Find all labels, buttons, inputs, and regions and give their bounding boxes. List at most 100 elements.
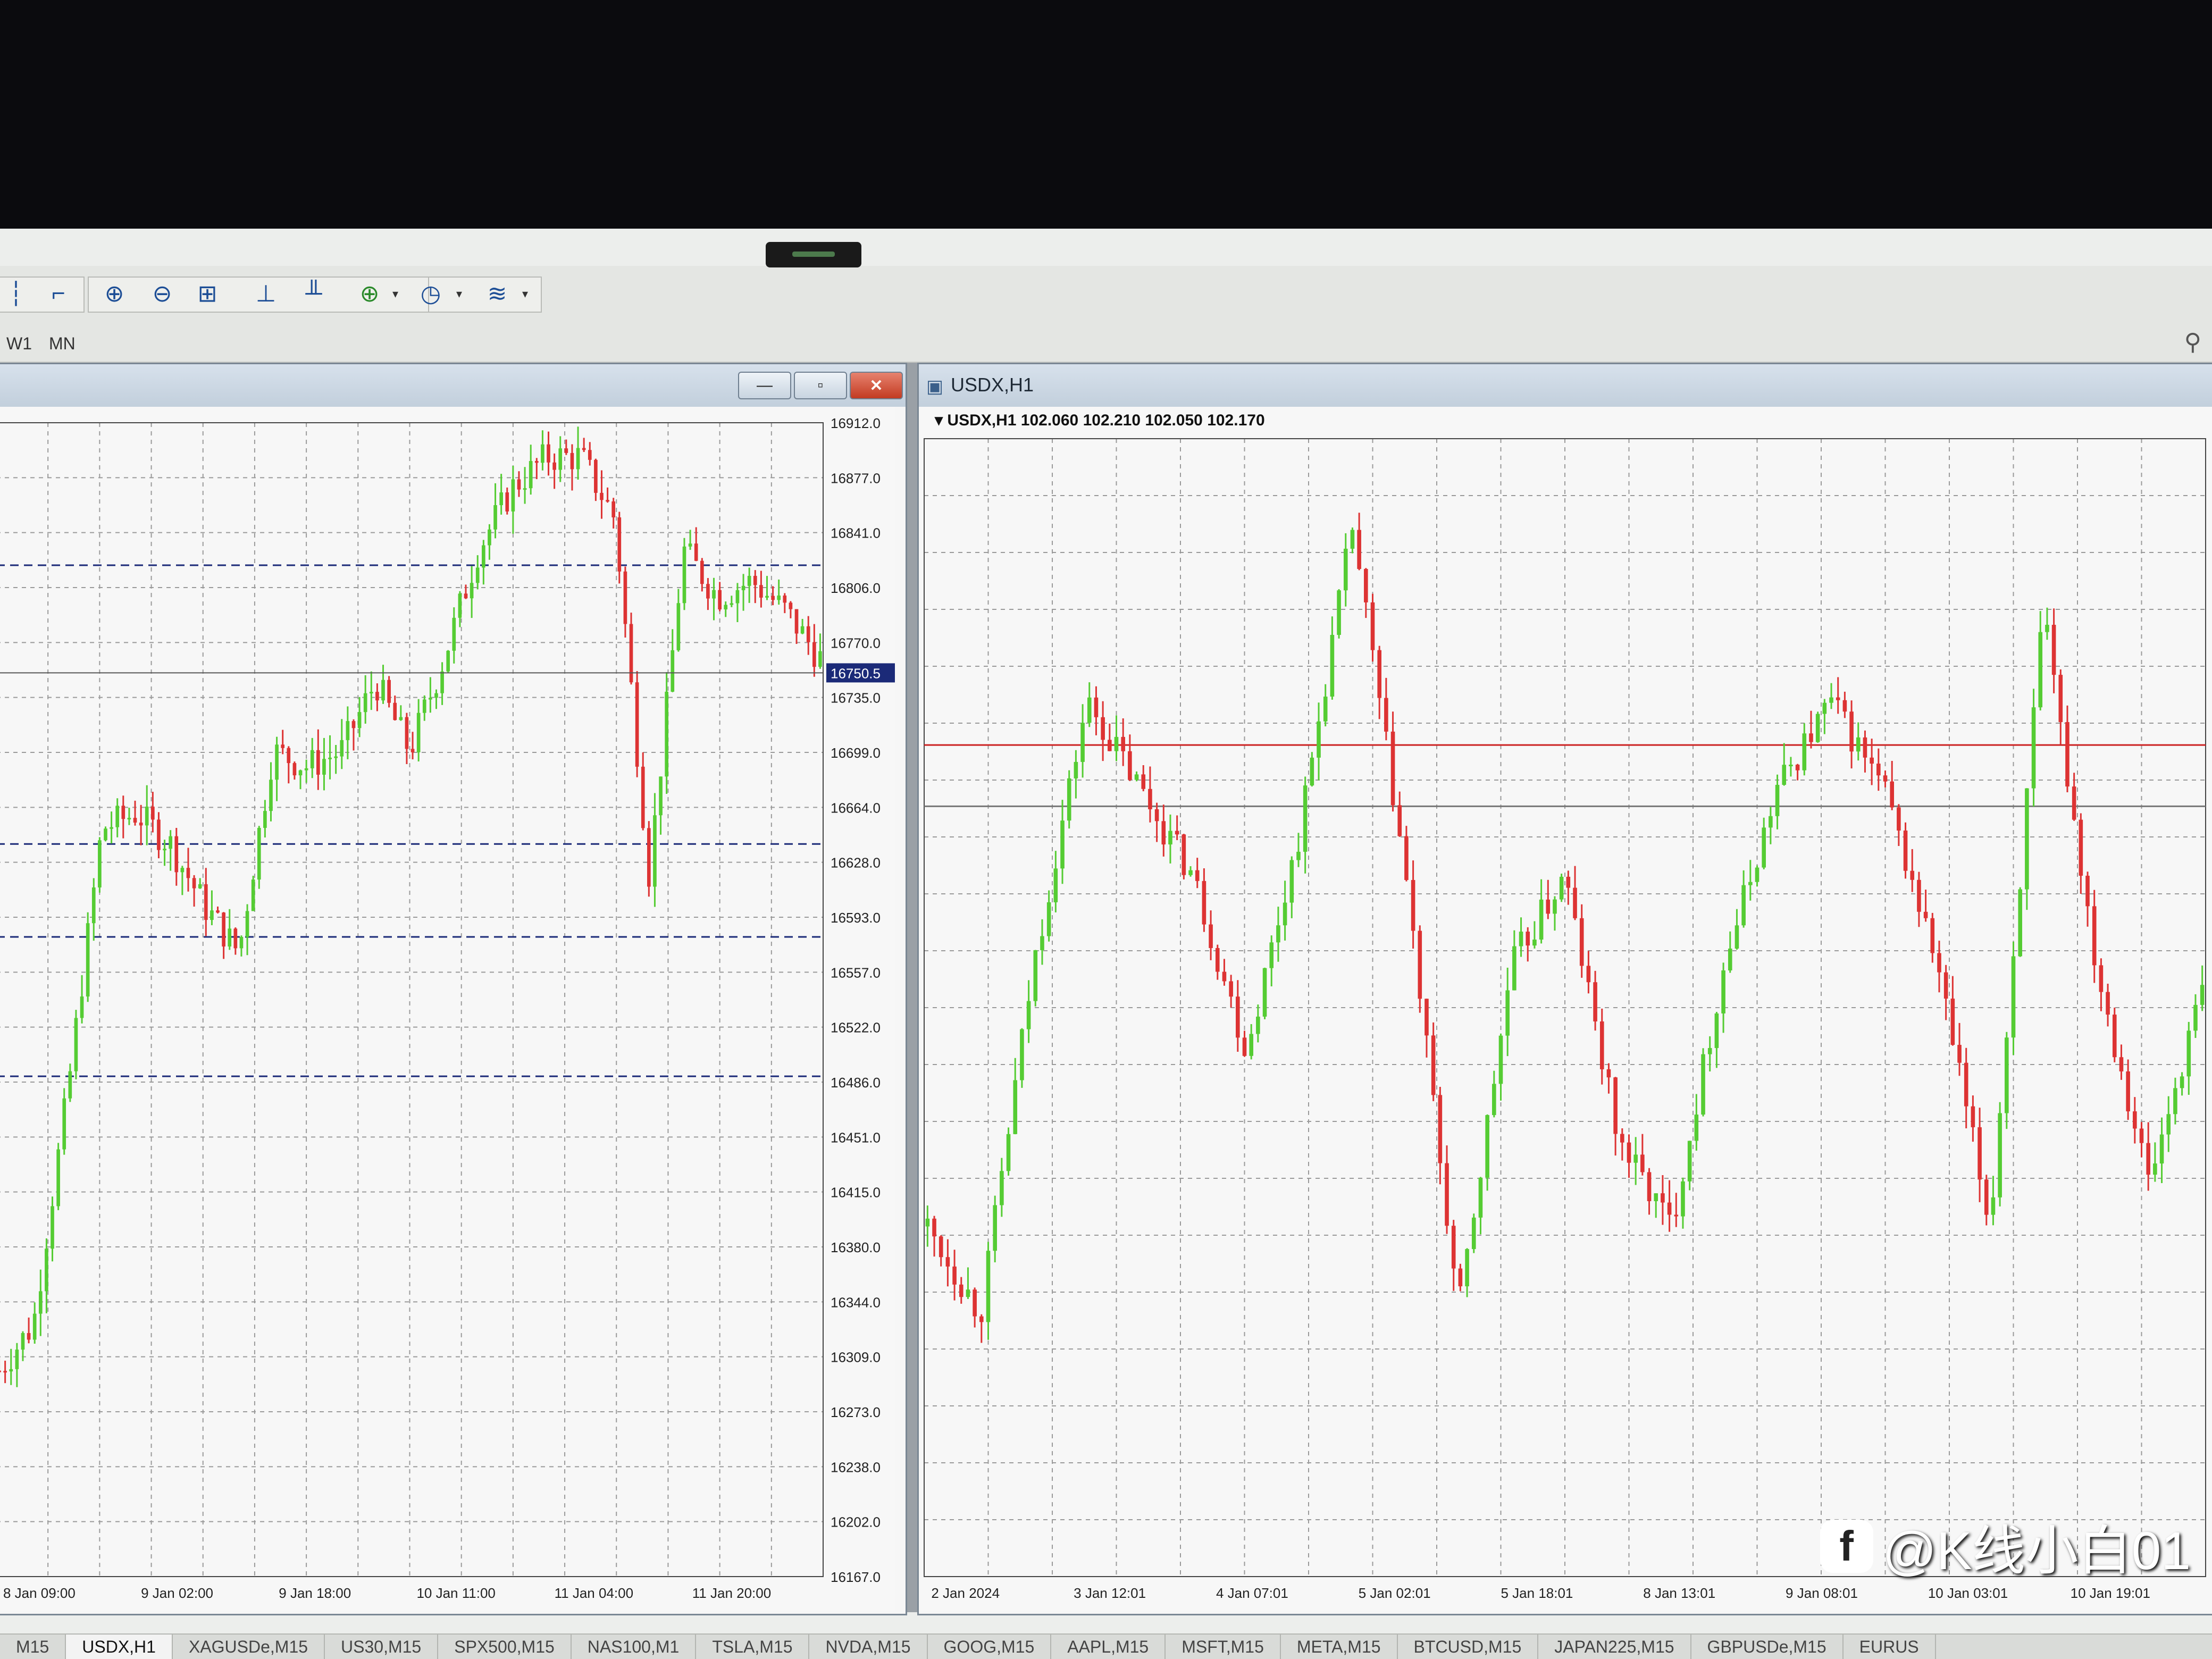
symbol-tab[interactable]: AAPL,M15 bbox=[1051, 1635, 1166, 1659]
right-chart-window[interactable]: ▣ USDX,H1 ▾ USDX,H1 102.060 102.210 102.… bbox=[917, 363, 2212, 1615]
bar-chart-icon[interactable]: ┆ bbox=[0, 278, 32, 309]
candle-body bbox=[1654, 1193, 1658, 1201]
periods-icon[interactable]: ◷ bbox=[415, 278, 447, 309]
minimize-button[interactable]: — bbox=[738, 372, 791, 399]
candle-body bbox=[1256, 1016, 1260, 1034]
symbol-tab[interactable]: MSFT,M15 bbox=[1166, 1635, 1281, 1659]
candle-body bbox=[1269, 942, 1274, 968]
candle-body bbox=[1795, 765, 1800, 770]
candle-body bbox=[1425, 999, 1429, 1036]
candle-body bbox=[1121, 736, 1125, 751]
candle-body bbox=[1390, 731, 1395, 806]
candle-body bbox=[1856, 737, 1861, 752]
plot-frame bbox=[0, 422, 824, 1577]
price-axis-label: 16380.0 bbox=[831, 1239, 881, 1255]
zoom-out-icon[interactable]: ⊖ bbox=[146, 278, 178, 309]
candle-body bbox=[1599, 1021, 1604, 1069]
symbol-tab[interactable]: NAS100,M1 bbox=[572, 1635, 697, 1659]
candle-body bbox=[80, 996, 84, 1018]
candle-body bbox=[1188, 870, 1193, 875]
candle-body bbox=[310, 750, 314, 768]
candle-body bbox=[110, 827, 113, 829]
candle-body bbox=[9, 1369, 13, 1372]
price-axis-label: 16486.0 bbox=[831, 1075, 881, 1091]
left-window-titlebar[interactable]: — ▫ ✕ bbox=[0, 364, 906, 407]
candle-body bbox=[357, 712, 362, 728]
time-axis-label: 9 Jan 08:01 bbox=[1786, 1585, 1858, 1601]
symbol-tab[interactable]: META,M15 bbox=[1281, 1635, 1398, 1659]
symbol-tab[interactable]: GBPUSDe,M15 bbox=[1691, 1635, 1844, 1659]
autoscroll-icon[interactable]: ⊥ bbox=[250, 278, 282, 309]
candle-body bbox=[800, 626, 805, 634]
candle-body bbox=[27, 1333, 31, 1340]
time-axis-label: 11 Jan 20:00 bbox=[692, 1585, 771, 1601]
chart-shift-icon[interactable]: ╨ bbox=[298, 278, 330, 309]
candle-body bbox=[104, 828, 107, 841]
candle-body bbox=[1458, 1268, 1463, 1287]
candle-body bbox=[458, 593, 462, 618]
indicators-dropdown-icon[interactable]: ▾ bbox=[392, 287, 398, 301]
candle-body bbox=[606, 500, 609, 502]
right-window-titlebar[interactable]: ▣ USDX,H1 bbox=[919, 364, 2212, 407]
candle-body bbox=[517, 479, 521, 490]
templates-icon[interactable]: ≋ bbox=[481, 278, 513, 309]
candle-body bbox=[1842, 700, 1847, 712]
symbol-tab[interactable]: BTCUSD,M15 bbox=[1398, 1635, 1539, 1659]
symbol-tab[interactable]: US30,M15 bbox=[325, 1635, 439, 1659]
templates-dropdown-icon[interactable]: ▾ bbox=[522, 287, 528, 301]
zoom-in-icon[interactable]: ⊕ bbox=[98, 278, 130, 309]
search-icon[interactable]: ⚲ bbox=[2184, 329, 2201, 356]
candle-body bbox=[2031, 707, 2036, 789]
candle-body bbox=[1485, 1115, 1489, 1178]
symbol-tab[interactable]: NVDA,M15 bbox=[809, 1635, 928, 1659]
candle-body bbox=[1930, 918, 1935, 953]
candle-body bbox=[700, 560, 704, 584]
candle-body bbox=[1053, 868, 1058, 902]
candle-body bbox=[233, 928, 238, 949]
price-axis-label: 16309.0 bbox=[831, 1350, 881, 1365]
candle-body bbox=[499, 492, 503, 505]
close-button[interactable]: ✕ bbox=[850, 372, 903, 399]
candle-body bbox=[1202, 881, 1206, 925]
right-chart-area[interactable]: ▾ USDX,H1 102.060 102.210 102.050 102.17… bbox=[919, 407, 2212, 1611]
candle-body bbox=[346, 721, 350, 740]
tile-windows-icon[interactable]: ⊞ bbox=[191, 278, 223, 309]
left-chart-area[interactable]: 16912.0 16877.0 16841.0 16806.0 16770.0 16735… bbox=[0, 407, 895, 1611]
candle-body bbox=[1505, 990, 1510, 1036]
candle-body bbox=[1182, 834, 1186, 875]
candle-body bbox=[2092, 906, 2097, 966]
symbol-tab[interactable]: GOOG,M15 bbox=[928, 1635, 1052, 1659]
candle-body bbox=[2133, 1111, 2137, 1129]
symbol-tab[interactable]: EURUS bbox=[1844, 1635, 1936, 1659]
price-axis-label: 16699.0 bbox=[831, 745, 881, 761]
symbol-tab[interactable]: XAGUSDe,M15 bbox=[173, 1635, 325, 1659]
camera-notch bbox=[766, 242, 861, 267]
candle-body bbox=[1917, 879, 1921, 912]
candle-body bbox=[806, 626, 810, 642]
candle-body bbox=[511, 479, 515, 512]
periods-dropdown-icon[interactable]: ▾ bbox=[456, 287, 462, 301]
symbol-tab[interactable]: USDX,H1 bbox=[66, 1635, 173, 1659]
candle-body bbox=[133, 818, 137, 823]
timeframe-w1[interactable]: W1 bbox=[6, 334, 32, 354]
candle-body bbox=[818, 651, 822, 667]
candle-body bbox=[1728, 948, 1732, 971]
candle-body bbox=[1384, 698, 1388, 732]
line-chart-icon[interactable]: ⌐ bbox=[43, 278, 74, 309]
candle-body bbox=[1701, 1054, 1705, 1115]
time-axis-label: 5 Jan 18:01 bbox=[1501, 1585, 1573, 1601]
candle-body bbox=[1681, 1181, 1685, 1217]
left-chart-window[interactable]: — ▫ ✕ 16912.0 16877.0 16841.0 16806.0 16770.… bbox=[0, 363, 907, 1615]
candle-body bbox=[2173, 1088, 2177, 1115]
symbol-tab[interactable]: JAPAN225,M15 bbox=[1538, 1635, 1691, 1659]
candle-body bbox=[1526, 932, 1530, 946]
timeframe-mn[interactable]: MN bbox=[49, 334, 76, 354]
candle-body bbox=[375, 692, 379, 701]
symbol-tab[interactable]: TSLA,M15 bbox=[696, 1635, 810, 1659]
candle-body bbox=[1775, 785, 1780, 816]
symbol-tab[interactable]: SPX500,M15 bbox=[438, 1635, 572, 1659]
candle-body bbox=[269, 780, 273, 811]
restore-button[interactable]: ▫ bbox=[794, 372, 847, 399]
symbol-tab[interactable]: M15 bbox=[0, 1635, 66, 1659]
indicators-icon[interactable]: ⊕ bbox=[354, 278, 386, 309]
